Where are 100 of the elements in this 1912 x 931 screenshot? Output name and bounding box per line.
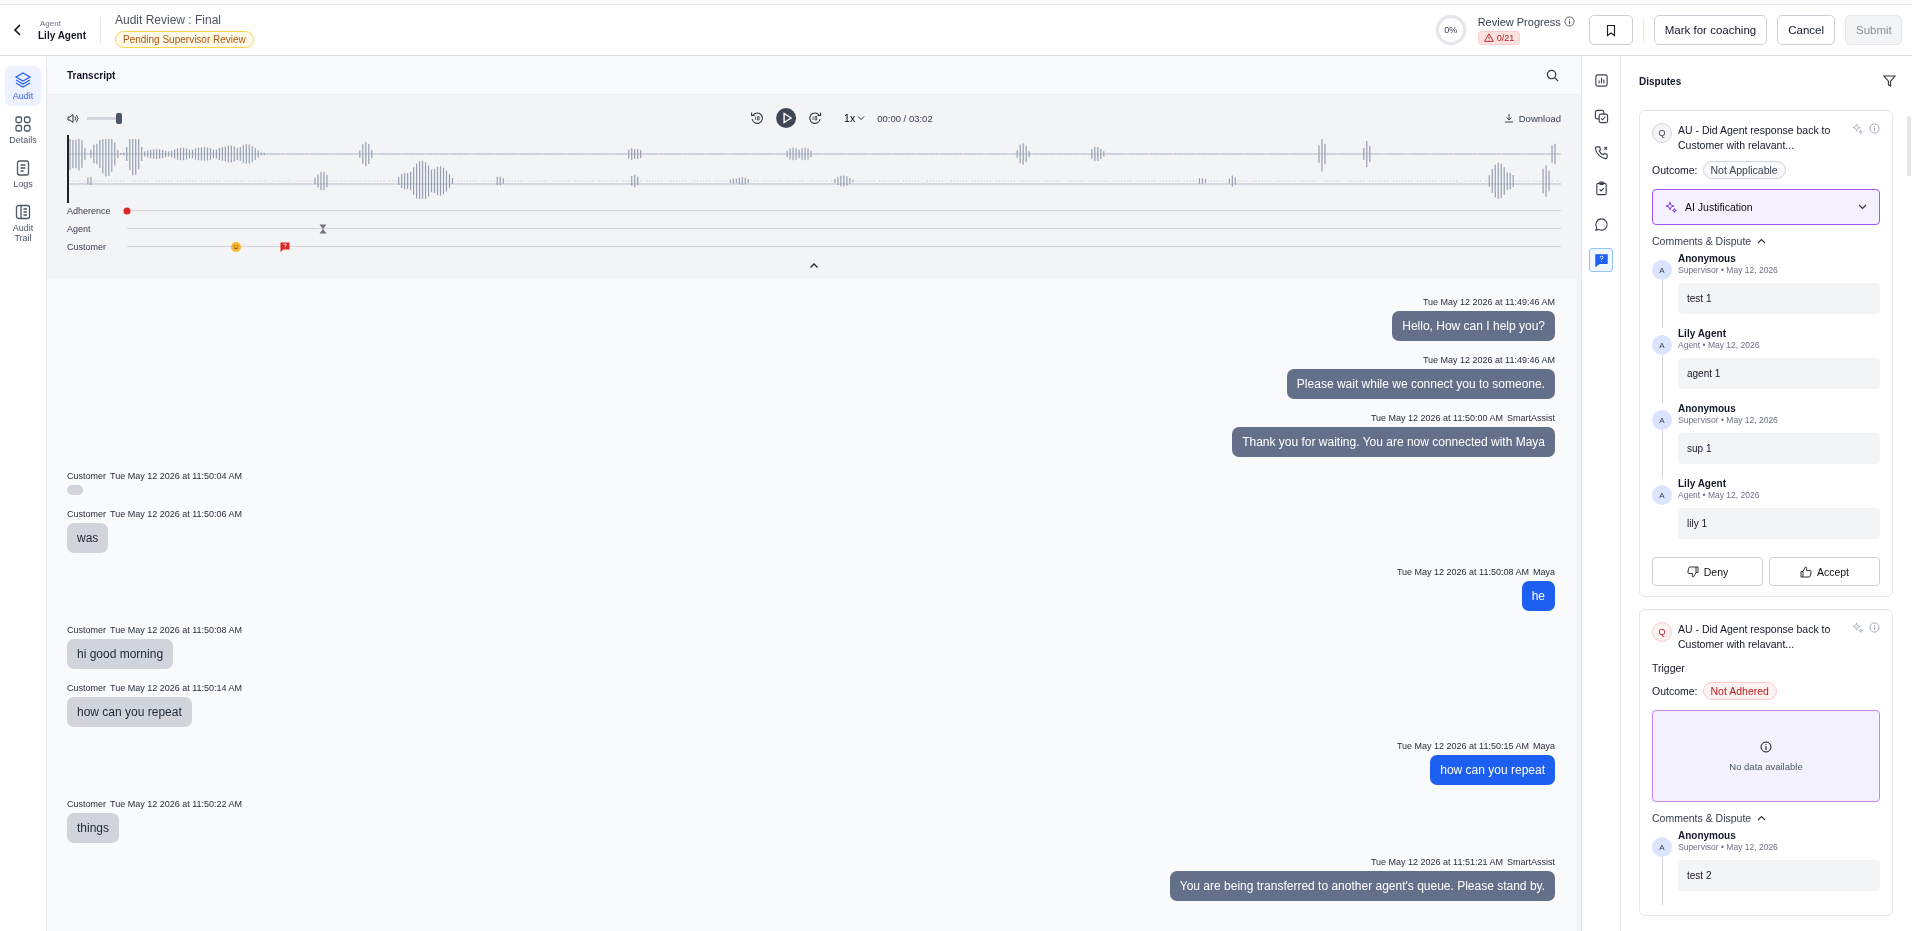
bookmark-button[interactable] bbox=[1588, 15, 1633, 45]
collapse-icon[interactable] bbox=[809, 262, 819, 269]
info-icon bbox=[1760, 740, 1772, 753]
message-meta: Tue May 12 2026 at 11:49:46 AM bbox=[1422, 297, 1555, 307]
volume-icon[interactable] bbox=[67, 112, 79, 124]
comments-toggle[interactable]: Comments & Dispute bbox=[1652, 235, 1767, 247]
avatar: A bbox=[1652, 260, 1672, 280]
message-meta: Customer Tue May 12 2026 at 11:50:22 AM bbox=[67, 799, 243, 809]
comment-meta: Agent • May 12, 2026 bbox=[1678, 340, 1761, 350]
message-meta: Tue May 12 2026 at 11:51:21 AM SmartAssist bbox=[1370, 857, 1555, 867]
question-flag-icon[interactable] bbox=[279, 241, 291, 252]
play-button[interactable] bbox=[776, 108, 797, 128]
message-meta: Tue May 12 2026 at 11:50:08 AM Maya bbox=[1396, 567, 1555, 577]
track-label: Agent bbox=[67, 223, 92, 234]
sparkle-icon bbox=[1665, 201, 1677, 213]
download-icon bbox=[1503, 113, 1514, 123]
comment-author: Lily Agent bbox=[1678, 478, 1727, 489]
comment-meta: Supervisor • May 12, 2026 bbox=[1678, 265, 1779, 275]
book-icon bbox=[14, 203, 32, 221]
forward-icon[interactable] bbox=[808, 111, 823, 125]
nav-item[interactable]: Logs bbox=[5, 154, 41, 194]
avatar: A bbox=[1652, 837, 1672, 857]
download-button[interactable]: Download bbox=[1503, 112, 1561, 124]
message-bubble: how can you repeat bbox=[67, 697, 192, 727]
nav-item[interactable]: Audit bbox=[5, 66, 41, 106]
smiley-icon[interactable] bbox=[230, 241, 242, 252]
caret-icon bbox=[857, 115, 866, 121]
avatar: A bbox=[1652, 335, 1672, 355]
question-text: AU - Did Agent response back to Customer with relavant... bbox=[1678, 622, 1832, 652]
accept-button[interactable]: Accept bbox=[1769, 557, 1880, 586]
bookmark-icon bbox=[1604, 23, 1617, 37]
track-label: Adherence bbox=[67, 205, 112, 216]
status-badge: Pending Supervisor Review bbox=[114, 30, 254, 48]
document-icon bbox=[14, 159, 32, 177]
thumbs-down-icon bbox=[1686, 565, 1699, 578]
chevron-up-icon bbox=[1757, 238, 1767, 244]
grid-icon bbox=[14, 115, 32, 133]
outcome-badge: Not Applicable bbox=[1702, 161, 1786, 179]
deny-button[interactable]: Deny bbox=[1652, 557, 1763, 586]
message-meta: Tue May 12 2026 at 11:49:46 AM bbox=[1422, 355, 1555, 365]
comment-author: Anonymous bbox=[1678, 830, 1737, 841]
header-button[interactable]: Cancel bbox=[1777, 15, 1835, 45]
comment-author: Anonymous bbox=[1678, 253, 1737, 264]
search-icon[interactable] bbox=[1546, 68, 1559, 82]
trigger-label: Trigger bbox=[1652, 662, 1686, 674]
back-icon bbox=[13, 24, 23, 36]
comment-text: agent 1 bbox=[1678, 358, 1880, 389]
message-meta: Customer Tue May 12 2026 at 11:50:14 AM bbox=[67, 683, 243, 693]
ai-justification-dropdown[interactable]: AI Justification bbox=[1652, 189, 1880, 225]
page-title: Audit Review : Final bbox=[114, 12, 221, 27]
message-meta: Customer Tue May 12 2026 at 11:50:06 AM bbox=[67, 509, 243, 519]
chevron-down-icon bbox=[1858, 204, 1867, 210]
comment-text: test 1 bbox=[1678, 283, 1880, 314]
transcript-title: Transcript bbox=[67, 69, 116, 81]
message-bubble: things bbox=[67, 813, 120, 843]
header-button[interactable]: Mark for coaching bbox=[1653, 15, 1768, 45]
adherence-marker[interactable] bbox=[123, 207, 131, 214]
message-bubble: Hello, How can I help you? bbox=[1392, 311, 1555, 341]
warning-badge: 0/21 bbox=[1477, 30, 1521, 45]
message-bubble: Thank you for waiting. You are now connected with Maya bbox=[1232, 427, 1555, 457]
comment-meta: Supervisor • May 12, 2026 bbox=[1678, 415, 1779, 425]
comment-meta: Agent • May 12, 2026 bbox=[1678, 490, 1761, 500]
thumbs-up-icon bbox=[1799, 565, 1812, 578]
hourglass-icon[interactable] bbox=[319, 223, 328, 234]
question-badge: Q bbox=[1652, 622, 1672, 642]
empty-message-bubble bbox=[67, 485, 83, 495]
message-bubble: hi good morning bbox=[67, 639, 174, 669]
disputes-title: Disputes bbox=[1639, 75, 1682, 87]
playback-time: 00:00 / 03:02 bbox=[877, 112, 933, 124]
message-bubble: Please wait while we connect you to someone. bbox=[1286, 369, 1555, 399]
layers-icon bbox=[14, 71, 32, 89]
track-label: Customer bbox=[67, 241, 107, 252]
help-chat-button[interactable] bbox=[1589, 248, 1613, 272]
outcome-label: Outcome: bbox=[1652, 685, 1698, 697]
chat-icon bbox=[1593, 216, 1609, 232]
rewind-icon[interactable] bbox=[750, 111, 765, 125]
play-icon bbox=[782, 112, 793, 124]
message-meta: Customer Tue May 12 2026 at 11:50:04 AM bbox=[67, 471, 243, 481]
help-chat-icon bbox=[1593, 252, 1609, 268]
speed-dropdown[interactable]: 1x bbox=[834, 112, 866, 124]
comment-meta: Supervisor • May 12, 2026 bbox=[1678, 842, 1779, 852]
outcome-label: Outcome: bbox=[1652, 164, 1698, 176]
outcome-badge: Not Adhered bbox=[1702, 682, 1777, 700]
comment-author: Anonymous bbox=[1678, 403, 1737, 414]
avatar: A bbox=[1652, 485, 1672, 505]
message-meta: Tue May 12 2026 at 11:50:15 AM Maya bbox=[1396, 741, 1555, 751]
comment-text: sup 1 bbox=[1678, 433, 1880, 464]
filter-icon[interactable] bbox=[1883, 75, 1896, 87]
message-bubble: how can you repeat bbox=[1430, 755, 1555, 785]
nav-item[interactable]: Audit Trail bbox=[5, 198, 41, 248]
agent-label: Agent bbox=[40, 19, 61, 28]
comments-toggle[interactable]: Comments & Dispute bbox=[1652, 812, 1767, 824]
nav-item[interactable]: Details bbox=[5, 110, 41, 150]
review-progress-label: Review Progress bbox=[1477, 15, 1561, 28]
info-icon[interactable] bbox=[1563, 16, 1575, 27]
message-bubble: You are being transferred to another agent's queue. Please stand by. bbox=[1169, 871, 1555, 901]
chevron-up-icon bbox=[1757, 815, 1767, 821]
comment-author: Lily Agent bbox=[1678, 328, 1727, 339]
copy-icon bbox=[1593, 108, 1609, 124]
empty-state-text: No data available bbox=[1729, 760, 1803, 772]
